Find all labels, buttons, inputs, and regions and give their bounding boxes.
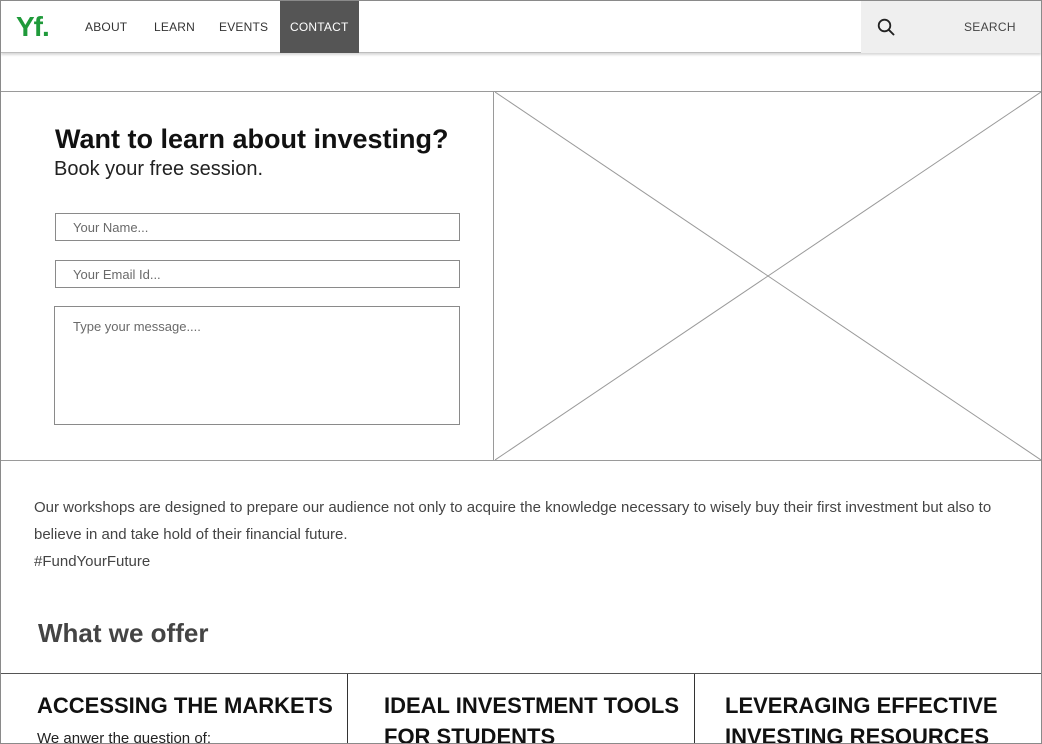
- logo-dot: .: [42, 11, 50, 42]
- offer-card-tools[interactable]: IDEAL INVESTMENT TOOLS FOR STUDENTS: [348, 674, 695, 744]
- offer-card-resources[interactable]: LEVERAGING EFFECTIVE INVESTING RESOURCES: [695, 674, 1041, 744]
- search-bar[interactable]: SEARCH: [861, 1, 1041, 53]
- hero-title: Want to learn about investing?: [55, 124, 449, 154]
- logo-text: Yf: [16, 11, 43, 42]
- card-title: LEVERAGING EFFECTIVE INVESTING RESOURCES: [725, 693, 998, 744]
- email-input[interactable]: [55, 260, 460, 288]
- page-frame: Yf. ABOUT LEARN EVENTS CONTACT SEARCH Wa…: [0, 0, 1042, 744]
- card-text: We anwer the question of:: [37, 730, 211, 744]
- name-input[interactable]: [55, 213, 460, 241]
- section-title-offer: What we offer: [38, 618, 209, 648]
- nav-item-learn[interactable]: LEARN: [154, 1, 195, 53]
- hashtag: #FundYourFuture: [34, 553, 151, 570]
- message-textarea[interactable]: [54, 306, 460, 425]
- top-navigation: Yf. ABOUT LEARN EVENTS CONTACT SEARCH: [1, 1, 1041, 53]
- hero-section: Want to learn about investing? Book your…: [1, 91, 1041, 461]
- search-label[interactable]: SEARCH: [964, 1, 1016, 53]
- nav-item-contact[interactable]: CONTACT: [280, 1, 359, 53]
- logo[interactable]: Yf.: [16, 10, 50, 44]
- card-title: ACCESSING THE MARKETS: [37, 693, 333, 718]
- image-placeholder: [495, 92, 1041, 460]
- contact-form-panel: Want to learn about investing? Book your…: [1, 92, 494, 460]
- nav-item-about[interactable]: ABOUT: [85, 1, 127, 53]
- hero-subtitle: Book your free session.: [54, 158, 263, 180]
- offer-cards: ACCESSING THE MARKETS We anwer the quest…: [1, 673, 1041, 744]
- search-icon[interactable]: [877, 18, 895, 36]
- offer-card-markets[interactable]: ACCESSING THE MARKETS We anwer the quest…: [1, 674, 348, 744]
- card-title: IDEAL INVESTMENT TOOLS FOR STUDENTS: [384, 693, 679, 744]
- nav-item-events[interactable]: EVENTS: [219, 1, 268, 53]
- workshop-description: Our workshops are designed to prepare ou…: [34, 499, 992, 543]
